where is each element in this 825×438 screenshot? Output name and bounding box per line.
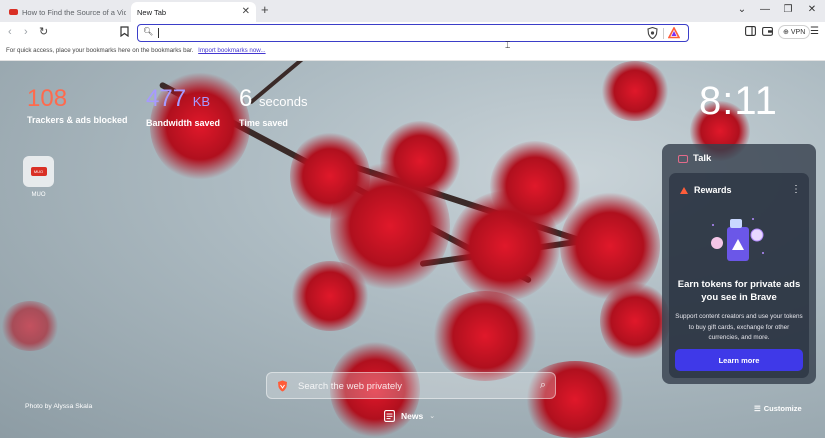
bookmarks-bar-message: For quick access, place your bookmarks h… [6,47,194,54]
photo-credit[interactable]: Photo by Alyssa Skala [25,403,92,410]
trackers-label: Trackers & ads blocked [27,115,128,125]
forward-icon[interactable]: › [24,25,28,39]
news-icon [384,410,395,422]
tab-title: New Tab [137,7,167,17]
bat-triangle-icon [680,186,688,194]
stat-time-saved: 6 seconds Time saved [239,85,307,128]
vpn-button[interactable]: ⊕ VPN [778,25,811,39]
wallet-icon[interactable] [762,26,773,40]
minimize-icon[interactable]: — [758,3,772,17]
time-value: 6 [239,85,253,112]
hamburger-menu-icon[interactable]: ☰ [810,26,819,38]
search-box[interactable]: Search the web privately ⌕ [266,372,556,399]
sliders-icon: ☰ [754,404,761,413]
widget-stack: Talk Rewards ⋮ Earn tokens for private a… [662,144,816,384]
search-placeholder: Search the web privately [298,381,403,392]
brave-shields-icon[interactable] [647,27,658,39]
time-label: Time saved [239,118,288,128]
clock: 8:11 [699,79,778,123]
top-site-shortcut[interactable]: MUO [23,156,54,187]
tab-video-source[interactable]: How to Find the Source of a Video [4,2,126,22]
customize-button[interactable]: ☰ Customize [754,404,802,413]
talk-label: Talk [693,153,712,164]
talk-widget[interactable]: Talk [678,153,711,164]
navigation-toolbar: ‹ › ↻ 🔍︎ ⊕ VPN ☰ [0,22,825,43]
rewards-title: Rewards [694,185,732,195]
address-bar[interactable]: 🔍︎ [137,24,689,42]
tab-search-chevron-icon[interactable]: ⌄ [735,3,749,17]
back-icon[interactable]: ‹ [8,25,12,39]
more-options-icon[interactable]: ⋮ [791,185,801,195]
tab-title: How to Find the Source of a Video [22,7,126,17]
time-unit: seconds [259,94,308,109]
news-label: News [401,411,424,421]
bandwidth-value: 477 [146,85,187,112]
close-tab-icon[interactable]: ✕ [242,6,250,18]
shortcut-label: MUO [31,192,46,198]
chevron-down-icon: ⌄ [429,413,436,420]
learn-more-button[interactable]: Learn more [675,349,803,371]
restore-icon[interactable]: ❐ [781,3,795,17]
new-tab-plus-icon[interactable]: + [261,3,269,17]
rewards-heading: Earn tokens for private ads you see in B… [677,279,801,303]
brave-rewards-triangle-icon[interactable] [668,27,680,39]
search-icon: 🔍︎ [143,27,154,36]
bandwidth-unit: KB [192,94,211,109]
rewards-card: Rewards ⋮ Earn tokens for private ads yo… [669,173,809,378]
mouse-cursor-icon: ⌶ [505,40,511,50]
trackers-count: 108 [27,85,68,112]
rewards-illustration-icon [711,218,764,261]
stat-bandwidth-saved: 477 KB Bandwidth saved [146,85,220,128]
search-icon[interactable]: ⌕ [540,379,546,392]
stat-trackers-blocked: 108 Trackers & ads blocked [27,85,128,125]
vpn-label: VPN [790,28,806,36]
talk-camera-icon [678,154,688,163]
youtube-favicon-icon [9,9,18,15]
bookmarks-bar: For quick access, place your bookmarks h… [0,43,825,61]
vpn-globe-icon: ⊕ [783,29,789,36]
rewards-description: Support content creators and use your to… [675,313,803,341]
tab-strip: How to Find the Source of a Video New Ta… [0,0,825,22]
bandwidth-label: Bandwidth saved [146,118,221,128]
text-caret [158,28,159,38]
brave-lion-icon [278,380,287,392]
bookmark-icon[interactable] [120,26,129,41]
news-toggle[interactable]: News ⌄ [384,410,435,422]
new-tab-page: 108 Trackers & ads blocked 477 KB Bandwi… [0,61,825,438]
import-bookmarks-link[interactable]: Import bookmarks now... [198,47,265,54]
divider [663,28,664,39]
reload-icon[interactable]: ↻ [39,25,48,39]
close-window-icon[interactable]: ✕ [805,3,819,17]
muo-favicon-icon: MUO [30,167,47,176]
rewards-header: Rewards [680,185,732,195]
customize-label: Customize [763,404,802,413]
sidebar-toggle-icon[interactable] [745,26,756,40]
tab-new-tab[interactable]: New Tab ✕ [131,2,256,22]
